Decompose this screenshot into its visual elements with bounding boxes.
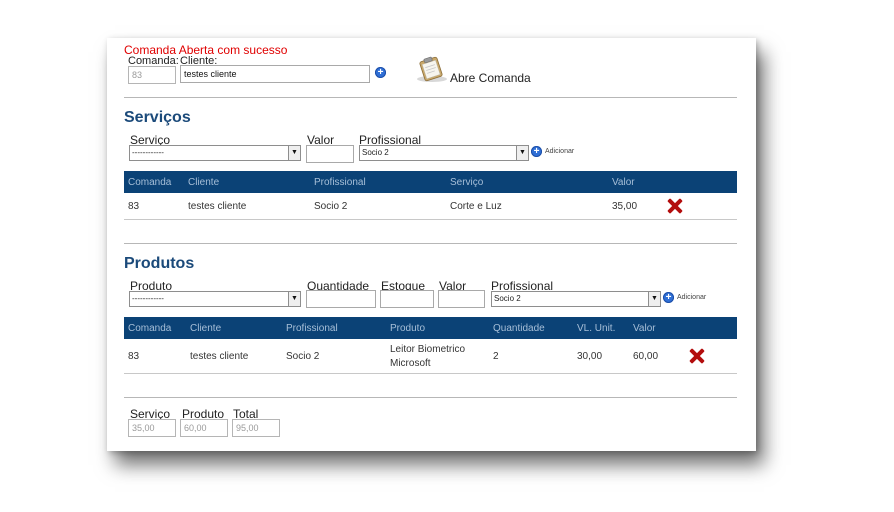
col-cliente: Cliente (190, 323, 222, 334)
col-profissional: Profissional (286, 323, 338, 334)
cell-profissional: Socio 2 (286, 351, 320, 362)
cell-cliente: testes cliente (190, 351, 249, 362)
total-field[interactable]: 95,00 (232, 419, 280, 437)
chevron-down-icon: ▼ (516, 146, 528, 160)
cell-vl-unit: 30,00 (577, 351, 603, 362)
col-valor: Valor (612, 177, 635, 188)
col-profissional: Profissional (314, 177, 366, 188)
cliente-field[interactable]: testes cliente (180, 65, 370, 83)
cell-quantidade: 2 (493, 351, 499, 362)
produto-valor-input[interactable] (438, 290, 485, 308)
servicos-title: Serviços (124, 109, 191, 126)
divider (124, 243, 737, 244)
cell-cliente: testes cliente (188, 201, 247, 212)
cell-profissional: Socio 2 (314, 201, 348, 212)
col-quantidade: Quantidade (493, 323, 545, 334)
col-comanda: Comanda (128, 177, 172, 188)
chevron-down-icon: ▼ (288, 146, 300, 160)
delete-icon[interactable] (667, 198, 683, 214)
servico-select[interactable]: ------------ ▼ (129, 145, 301, 161)
cell-servico: Corte e Luz (450, 201, 502, 212)
add-produto-button[interactable]: Adicionar (677, 294, 706, 301)
cell-valor: 35,00 (612, 201, 638, 212)
produtos-title: Produtos (124, 255, 195, 272)
cell-produto-line1: Leitor Biometrico (390, 344, 466, 355)
comanda-number-field[interactable]: 83 (128, 66, 176, 84)
cell-produto-line2: Microsoft (390, 358, 431, 369)
add-produto-icon[interactable]: + (663, 292, 674, 303)
total-produto-field[interactable]: 60,00 (180, 419, 228, 437)
produto-profissional-value: Socio 2 (494, 294, 521, 303)
servicos-table-header: Comanda Cliente Profissional Serviço Val… (124, 171, 737, 193)
col-servico: Serviço (450, 177, 484, 188)
servico-profissional-value: Socio 2 (362, 148, 389, 157)
cell-comanda: 83 (128, 201, 140, 212)
chevron-down-icon: ▼ (288, 292, 300, 306)
add-servico-icon[interactable]: + (531, 146, 542, 157)
produto-select[interactable]: ------------ ▼ (129, 291, 301, 307)
comanda-panel: Comanda Aberta com sucesso Comanda: Clie… (107, 38, 756, 451)
servico-valor-input[interactable] (306, 145, 354, 163)
produto-select-value: ------------ (132, 294, 164, 303)
cell-comanda: 83 (128, 351, 140, 362)
produto-profissional-select[interactable]: Socio 2 ▼ (491, 291, 661, 307)
table-row: 83 testes cliente Socio 2 Corte e Luz 35… (124, 193, 737, 220)
col-vl-unit: VL. Unit. (577, 323, 616, 334)
servico-profissional-select[interactable]: Socio 2 ▼ (359, 145, 529, 161)
clipboard-icon[interactable] (415, 56, 449, 82)
estoque-input[interactable] (380, 290, 434, 308)
divider (124, 397, 737, 398)
total-servico-field[interactable]: 35,00 (128, 419, 176, 437)
add-servico-button[interactable]: Adicionar (545, 148, 574, 155)
quantidade-input[interactable] (306, 290, 376, 308)
servico-select-value: ------------ (132, 148, 164, 157)
produtos-table-header: Comanda Cliente Profissional Produto Qua… (124, 317, 737, 339)
chevron-down-icon: ▼ (648, 292, 660, 306)
col-valor: Valor (633, 323, 656, 334)
col-comanda: Comanda (128, 323, 172, 334)
col-produto: Produto (390, 323, 426, 334)
divider (124, 97, 737, 98)
table-row: 83 testes cliente Socio 2 Leitor Biometr… (124, 339, 737, 374)
col-cliente: Cliente (188, 177, 220, 188)
abre-comanda-button[interactable]: Abre Comanda (450, 71, 531, 85)
add-cliente-icon[interactable]: + (375, 67, 386, 78)
delete-icon[interactable] (689, 348, 705, 364)
cell-valor: 60,00 (633, 351, 659, 362)
